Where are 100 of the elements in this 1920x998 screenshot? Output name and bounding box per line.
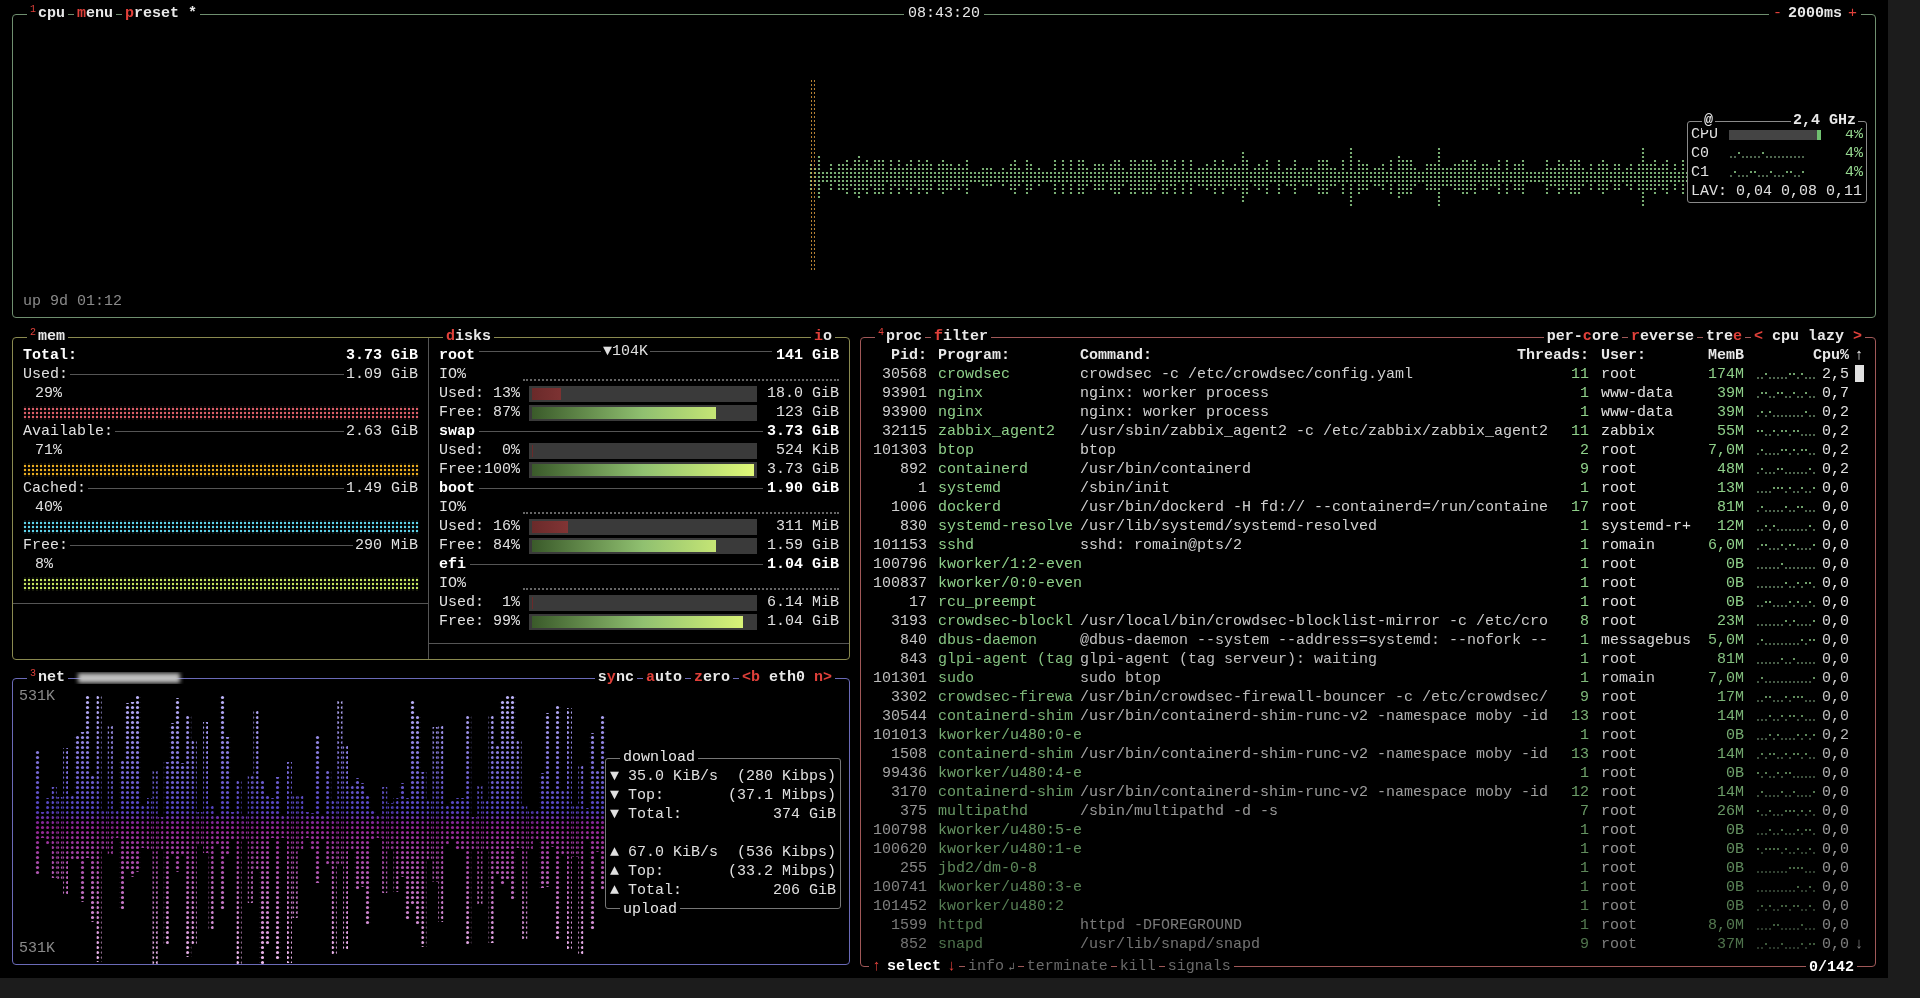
pid-cell-text: 3170 xyxy=(890,783,927,802)
pid-cell-text: 93901 xyxy=(881,384,927,403)
net-stat-label: Top: xyxy=(628,862,664,881)
threads-cell-text: 1 xyxy=(1579,669,1589,688)
cpu-cell-text: 0,2 xyxy=(1821,460,1849,479)
previous-sort-button[interactable]: < xyxy=(1753,327,1763,346)
cpu-usage-sparkline xyxy=(1756,579,1816,589)
memory-cell-text: 0B xyxy=(1725,726,1744,745)
program-cell-text: kworker/u480:2 xyxy=(937,897,1066,916)
pid-cell-text: 255 xyxy=(899,859,927,878)
memory-label: Cached: xyxy=(23,479,86,498)
column-header[interactable]: Threads: xyxy=(1517,346,1589,365)
disk-usage-label: Used: 0% xyxy=(439,441,521,460)
pid-cell-text: 100798 xyxy=(872,821,927,840)
menu-button[interactable]: preset * xyxy=(122,4,201,23)
user-cell: root xyxy=(1601,935,1637,954)
cpu-usage-sparkline xyxy=(1756,446,1816,456)
threads-cell-text: 1 xyxy=(1579,517,1589,536)
memory-cell-text: 174M xyxy=(1707,365,1744,384)
memory-cell-text: 0B xyxy=(1725,593,1744,612)
column-header[interactable]: User: xyxy=(1601,346,1646,365)
column-header[interactable]: Command: xyxy=(1080,346,1152,365)
cpu-usage-sparkline xyxy=(1756,389,1816,399)
disk-usage-label: Free: 87% xyxy=(439,403,521,422)
threads-cell-text: 1 xyxy=(1579,479,1589,498)
threads-cell-text: 1 xyxy=(1579,726,1589,745)
column-header[interactable]: Program: xyxy=(927,346,1080,365)
cpu-usage-sparkline xyxy=(1756,883,1816,893)
command-cell-text: httpd -DFOREGROUND xyxy=(1080,916,1244,935)
disk-usage-value: 524 KiB xyxy=(776,441,839,460)
scrollbar-thumb[interactable] xyxy=(1854,365,1864,382)
cpu-cell-text: 0,0 xyxy=(1821,840,1849,859)
next-sort-button[interactable]: > xyxy=(1853,327,1862,346)
select-down-button[interactable]: ↓ xyxy=(947,957,957,977)
scroll-down-arrow[interactable]: ↓ xyxy=(1849,935,1869,954)
disk-usage-value: 1.04 GiB xyxy=(767,612,839,631)
sort-column: cpu lazy xyxy=(1771,327,1844,346)
load-average: LAV: 0,04 0,08 0,11 xyxy=(1691,182,1863,201)
cpu-usage-sparkline xyxy=(1756,902,1816,912)
disk-total: 3.73 GiB xyxy=(767,422,839,441)
core-label: C1 xyxy=(1691,163,1710,182)
select-up-button[interactable]: ↑ xyxy=(872,957,881,977)
memory-cell-text: 7,0M xyxy=(1707,441,1744,460)
cpu-usage-sparkline xyxy=(1756,769,1816,779)
cpu-cell-text: 0,0 xyxy=(1821,650,1849,669)
cpu-usage-sparkline xyxy=(1756,693,1816,703)
pid-cell-text: 3193 xyxy=(890,612,927,631)
cpu-usage-sparkline xyxy=(1756,617,1816,627)
program-cell-text: containerd-shim xyxy=(937,707,1075,726)
user-cell: romain xyxy=(1601,536,1655,555)
user-cell: root xyxy=(1601,479,1637,498)
column-header[interactable]: Cpu% xyxy=(1813,346,1849,365)
user-cell: root xyxy=(1601,764,1637,783)
pid-cell-text: 3302 xyxy=(890,688,927,707)
pid-cell-text: 101452 xyxy=(872,897,927,916)
cpu-cell-text: 0,0 xyxy=(1821,707,1849,726)
pid-cell-text: 1006 xyxy=(890,498,927,517)
threads-cell-text: 1 xyxy=(1579,821,1589,840)
pid-cell-text: 375 xyxy=(899,802,927,821)
net-stat-value: (536 Kibps) xyxy=(736,843,836,862)
disk-usage-label: Used: 1% xyxy=(439,593,521,612)
increase-interval-button[interactable]: + xyxy=(1848,4,1857,23)
command-cell-text: nginx: worker process xyxy=(1080,384,1271,403)
disk-usage-value: 18.0 GiB xyxy=(767,384,839,403)
program-cell-text: dockerd xyxy=(937,498,1002,517)
cpu-usage-sparkline xyxy=(1756,560,1816,570)
scroll-up-arrow[interactable]: ↑ xyxy=(1849,346,1869,365)
memory-cell-text: 48M xyxy=(1716,460,1744,479)
pid-cell-text: 830 xyxy=(899,517,927,536)
pid-cell-text: 30568 xyxy=(881,365,927,384)
pid-cell-text: 32115 xyxy=(881,422,927,441)
disk-usage-value: 311 MiB xyxy=(776,517,839,536)
disk-usage-value: 6.14 MiB xyxy=(767,593,839,612)
command-cell-text: nginx: worker process xyxy=(1080,403,1271,422)
previous-interface-button[interactable]: <b xyxy=(741,668,760,687)
decrease-interval-button[interactable]: - xyxy=(1772,4,1782,23)
column-header[interactable]: MemB xyxy=(1708,346,1744,365)
program-cell-text: crowdsec-firewa xyxy=(937,688,1075,707)
command-cell-text: glpi-agent (tag serveur): waiting xyxy=(1080,650,1379,669)
net-stat-value: (280 Kibps) xyxy=(736,767,836,786)
command-cell-text: btop xyxy=(1080,441,1117,460)
core-reading: 4% xyxy=(1845,144,1863,163)
cpu-cell-text: 0,7 xyxy=(1821,384,1849,403)
command-cell-text: /usr/sbin/zabbix_agent2 -c /etc/zabbix/zabbix_agent2 xyxy=(1080,422,1550,441)
user-cell: root xyxy=(1601,783,1637,802)
threads-cell-text: 1 xyxy=(1579,574,1589,593)
pid-cell-text: 843 xyxy=(899,650,927,669)
pid-cell-text: 99436 xyxy=(881,764,927,783)
threads-cell-text: 8 xyxy=(1579,612,1589,631)
column-header[interactable]: Pid: xyxy=(865,346,927,365)
memory-cell-text: 0B xyxy=(1725,840,1744,859)
next-interface-button[interactable]: n> xyxy=(814,668,832,687)
memory-label: Available: xyxy=(23,422,113,441)
command-cell-text: @dbus-daemon --system --address=systemd: --nofork -- xyxy=(1080,631,1550,650)
command-cell-text: /usr/bin/containerd-shim-runc-v2 -namespace moby -id xyxy=(1080,783,1550,802)
command-cell-text: crowdsec -c /etc/crowdsec/config.yaml xyxy=(1080,365,1415,384)
user-cell: root xyxy=(1601,612,1637,631)
command-cell-text: /usr/bin/containerd-shim-runc-v2 -namespace moby -id xyxy=(1080,745,1550,764)
program-cell-text: kworker/u480:0-e xyxy=(937,726,1080,745)
user-cell: root xyxy=(1601,707,1637,726)
